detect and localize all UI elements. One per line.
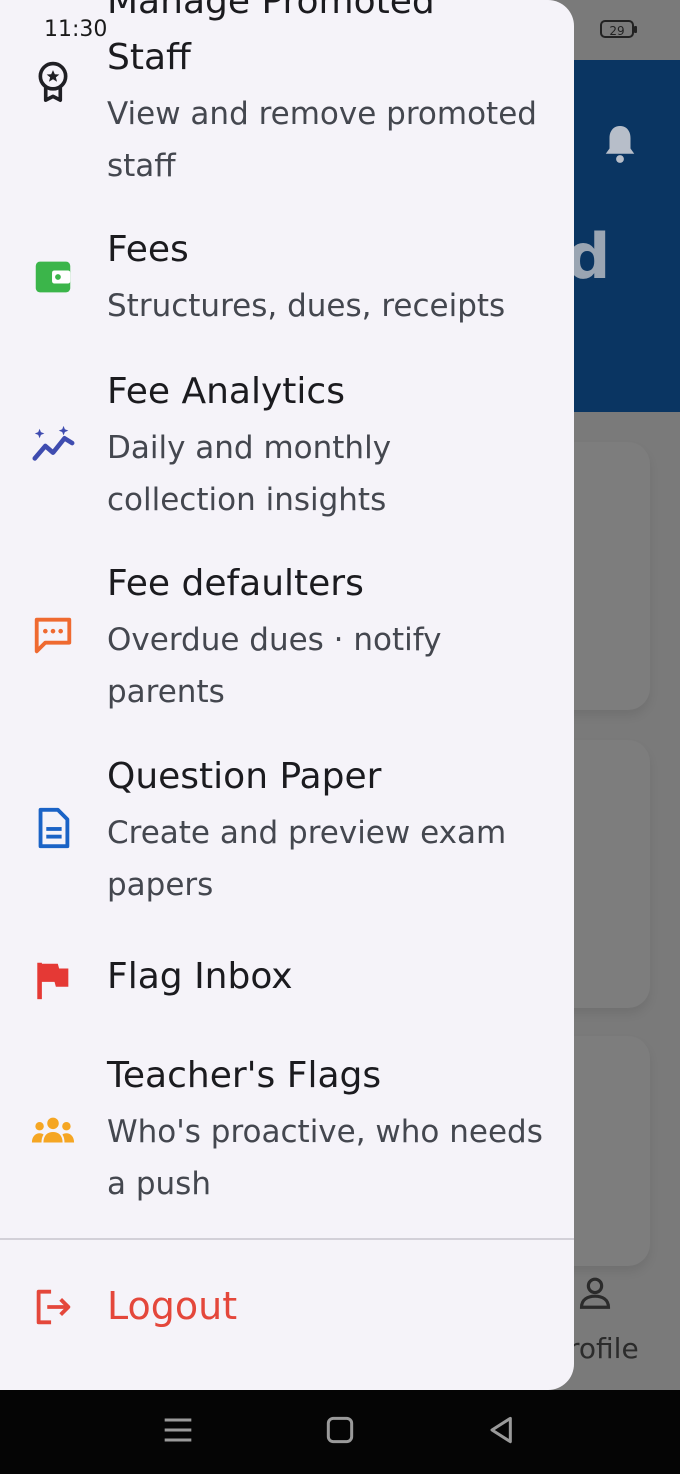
groups-icon	[30, 1108, 76, 1154]
drawer-item-title: Flag Inbox	[107, 956, 293, 997]
drawer-divider	[0, 1238, 574, 1240]
logout-label[interactable]: Logout	[107, 1284, 237, 1330]
drawer-item-teachers-flags[interactable]: Teacher's Flags Who's proactive, who nee…	[0, 1054, 574, 1214]
wallet-icon	[30, 254, 76, 300]
drawer-item-title: Fee Analytics	[107, 371, 345, 412]
drawer-item-fee-defaulters[interactable]: Fee defaulters Overdue dues · notify par…	[0, 562, 574, 722]
drawer-item-title: Fee defaulters	[107, 563, 364, 604]
status-time: 11:30	[44, 17, 108, 42]
recents-menu-icon[interactable]	[158, 1410, 198, 1450]
home-square-icon[interactable]	[320, 1410, 360, 1450]
flag-icon	[30, 957, 76, 1003]
drawer-item-fee-analytics[interactable]: Fee Analytics Daily and monthly collecti…	[0, 370, 574, 530]
drawer-item-flag-inbox[interactable]: Flag Inbox	[0, 955, 574, 1011]
drawer-item-title: Question Paper	[107, 756, 382, 797]
profile-person-icon	[579, 1277, 611, 1309]
drawer-item-subtitle: Daily and monthly collection insights	[107, 430, 392, 518]
logout-button[interactable]	[0, 1268, 574, 1348]
drawer-item-manage-promoted-staff[interactable]: Staff View and remove promoted staff	[0, 36, 574, 196]
drawer-item-subtitle: Create and preview exam papers	[107, 815, 507, 903]
award-badge-icon	[30, 58, 76, 104]
drawer-item-title: Staff	[107, 37, 191, 78]
drawer-item-subtitle: View and remove promoted staff	[107, 96, 537, 184]
drawer-item-subtitle: Structures, dues, receipts	[107, 288, 506, 324]
back-triangle-icon[interactable]	[482, 1410, 522, 1450]
drawer-item-question-paper[interactable]: Question Paper Create and preview exam p…	[0, 755, 574, 915]
document-icon	[30, 805, 76, 851]
drawer-item-fees[interactable]: Fees Structures, dues, receipts	[0, 228, 574, 338]
navigation-drawer: 11:30 Manage Promoted Staff View and rem…	[0, 0, 574, 1390]
analytics-sparkle-icon	[30, 422, 76, 468]
drawer-item-subtitle: Who's proactive, who needs a push	[107, 1114, 543, 1202]
drawer-item-title: Fees	[107, 229, 189, 270]
system-navigation-bar	[0, 1390, 680, 1474]
logout-icon	[30, 1284, 76, 1330]
notification-bell-icon	[605, 126, 635, 163]
drawer-item-title: Teacher's Flags	[107, 1055, 382, 1096]
battery-indicator: 29	[600, 20, 637, 38]
bottom-nav-profile-label: rofile	[568, 1332, 639, 1365]
message-dots-icon	[30, 612, 76, 658]
drawer-item-title-clipped: Manage Promoted	[107, 0, 435, 22]
drawer-item-subtitle: Overdue dues · notify parents	[107, 622, 442, 710]
